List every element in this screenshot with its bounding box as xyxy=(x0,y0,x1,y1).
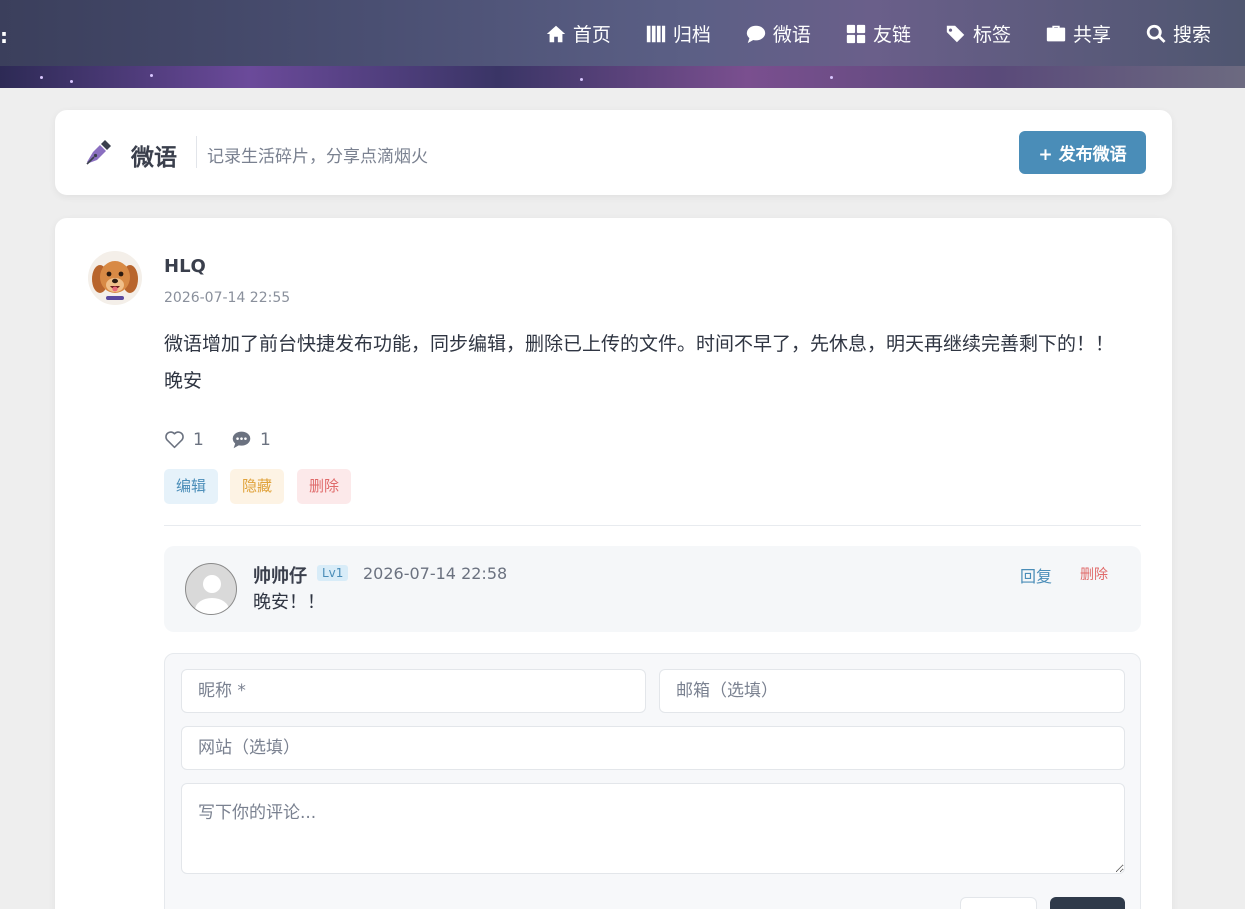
header-banner-strip xyxy=(0,66,1245,88)
nav-item-label: 归档 xyxy=(672,24,711,46)
comment-section-divider xyxy=(164,525,1141,526)
level-badge: Lv1 xyxy=(317,565,349,581)
comment-text: 晚安！！ xyxy=(253,592,325,613)
delete-post-button[interactable]: 删除 xyxy=(297,469,352,504)
reply-button[interactable]: 回复 xyxy=(1020,563,1052,587)
page-title: 微语 xyxy=(131,145,177,171)
hide-post-button[interactable]: 隐藏 xyxy=(230,469,285,504)
comment-bubble-icon xyxy=(232,431,251,449)
edit-post-button[interactable]: 编辑 xyxy=(164,469,219,504)
nav-item-label: 标签 xyxy=(972,24,1011,46)
search-icon xyxy=(1146,24,1166,43)
publish-weiyu-button[interactable]: + 发布微语 xyxy=(1019,131,1146,174)
title-divider xyxy=(196,136,197,168)
nickname-input[interactable] xyxy=(181,669,646,713)
page-title-bar: 微语 记录生活碎片，分享点滴烟火 + 发布微语 xyxy=(55,110,1172,195)
comment-form xyxy=(164,653,1141,909)
delete-comment-button[interactable]: 删除 xyxy=(1080,564,1108,584)
comment-time: 2026-07-14 22:58 xyxy=(363,564,508,583)
weiyu-post-card: HLQ 2026-07-14 22:55 微语增加了前台快捷发布功能，同步编辑，… xyxy=(55,218,1172,909)
nav-item-tags[interactable]: 标签 xyxy=(945,20,1011,47)
chat-bubble-icon xyxy=(746,25,766,43)
nav-item-label: 共享 xyxy=(1072,24,1111,46)
main-nav: 首页 归档 微语 友链 标签 共享 搜索 xyxy=(545,20,1211,47)
nav-item-search[interactable]: 搜索 xyxy=(1145,20,1211,47)
post-time: 2026-07-14 22:55 xyxy=(164,290,291,306)
nav-item-label: 首页 xyxy=(572,24,611,46)
puzzle-icon xyxy=(846,24,866,43)
tags-icon xyxy=(946,25,965,42)
cancel-button[interactable] xyxy=(960,897,1037,909)
nav-item-archive[interactable]: 归档 xyxy=(645,20,711,47)
fountain-pen-icon xyxy=(86,140,111,165)
nav-item-links[interactable]: 友链 xyxy=(845,20,911,47)
menu-dots-icon[interactable]: : xyxy=(0,26,8,46)
nav-item-label: 友链 xyxy=(872,24,911,46)
nav-item-home[interactable]: 首页 xyxy=(545,20,611,47)
nav-item-share[interactable]: 共享 xyxy=(1045,20,1111,47)
website-input[interactable] xyxy=(181,726,1125,770)
archive-icon xyxy=(646,25,666,42)
like-button[interactable]: 1 xyxy=(164,429,204,450)
page-subtitle: 记录生活碎片，分享点滴烟火 xyxy=(207,147,428,167)
email-input[interactable] xyxy=(659,669,1125,713)
nav-item-label: 搜索 xyxy=(1172,24,1211,46)
home-icon xyxy=(546,25,566,42)
nav-item-weiyu[interactable]: 微语 xyxy=(745,20,811,47)
author-avatar[interactable] xyxy=(88,251,142,305)
like-count: 1 xyxy=(193,429,204,450)
commenter-avatar[interactable] xyxy=(185,563,237,615)
comment-textarea[interactable] xyxy=(181,783,1125,874)
comment-count: 1 xyxy=(260,429,271,450)
heart-icon xyxy=(165,431,184,449)
post-content: 微语增加了前台快捷发布功能，同步编辑，删除已上传的文件。时间不早了，先休息，明天… xyxy=(164,333,1115,392)
nav-item-label: 微语 xyxy=(772,24,811,46)
commenter-name[interactable]: 帅帅仔 xyxy=(253,562,307,588)
submit-comment-button[interactable] xyxy=(1050,897,1125,909)
comment-item: 帅帅仔 Lv1 2026-07-14 22:58 晚安！！ 回复 删除 xyxy=(164,546,1141,632)
site-header: : 首页 归档 微语 友链 标签 共享 搜索 xyxy=(0,0,1245,88)
briefcase-icon xyxy=(1046,25,1066,41)
post-author[interactable]: HLQ xyxy=(164,256,206,277)
comment-count-button[interactable]: 1 xyxy=(231,429,271,450)
